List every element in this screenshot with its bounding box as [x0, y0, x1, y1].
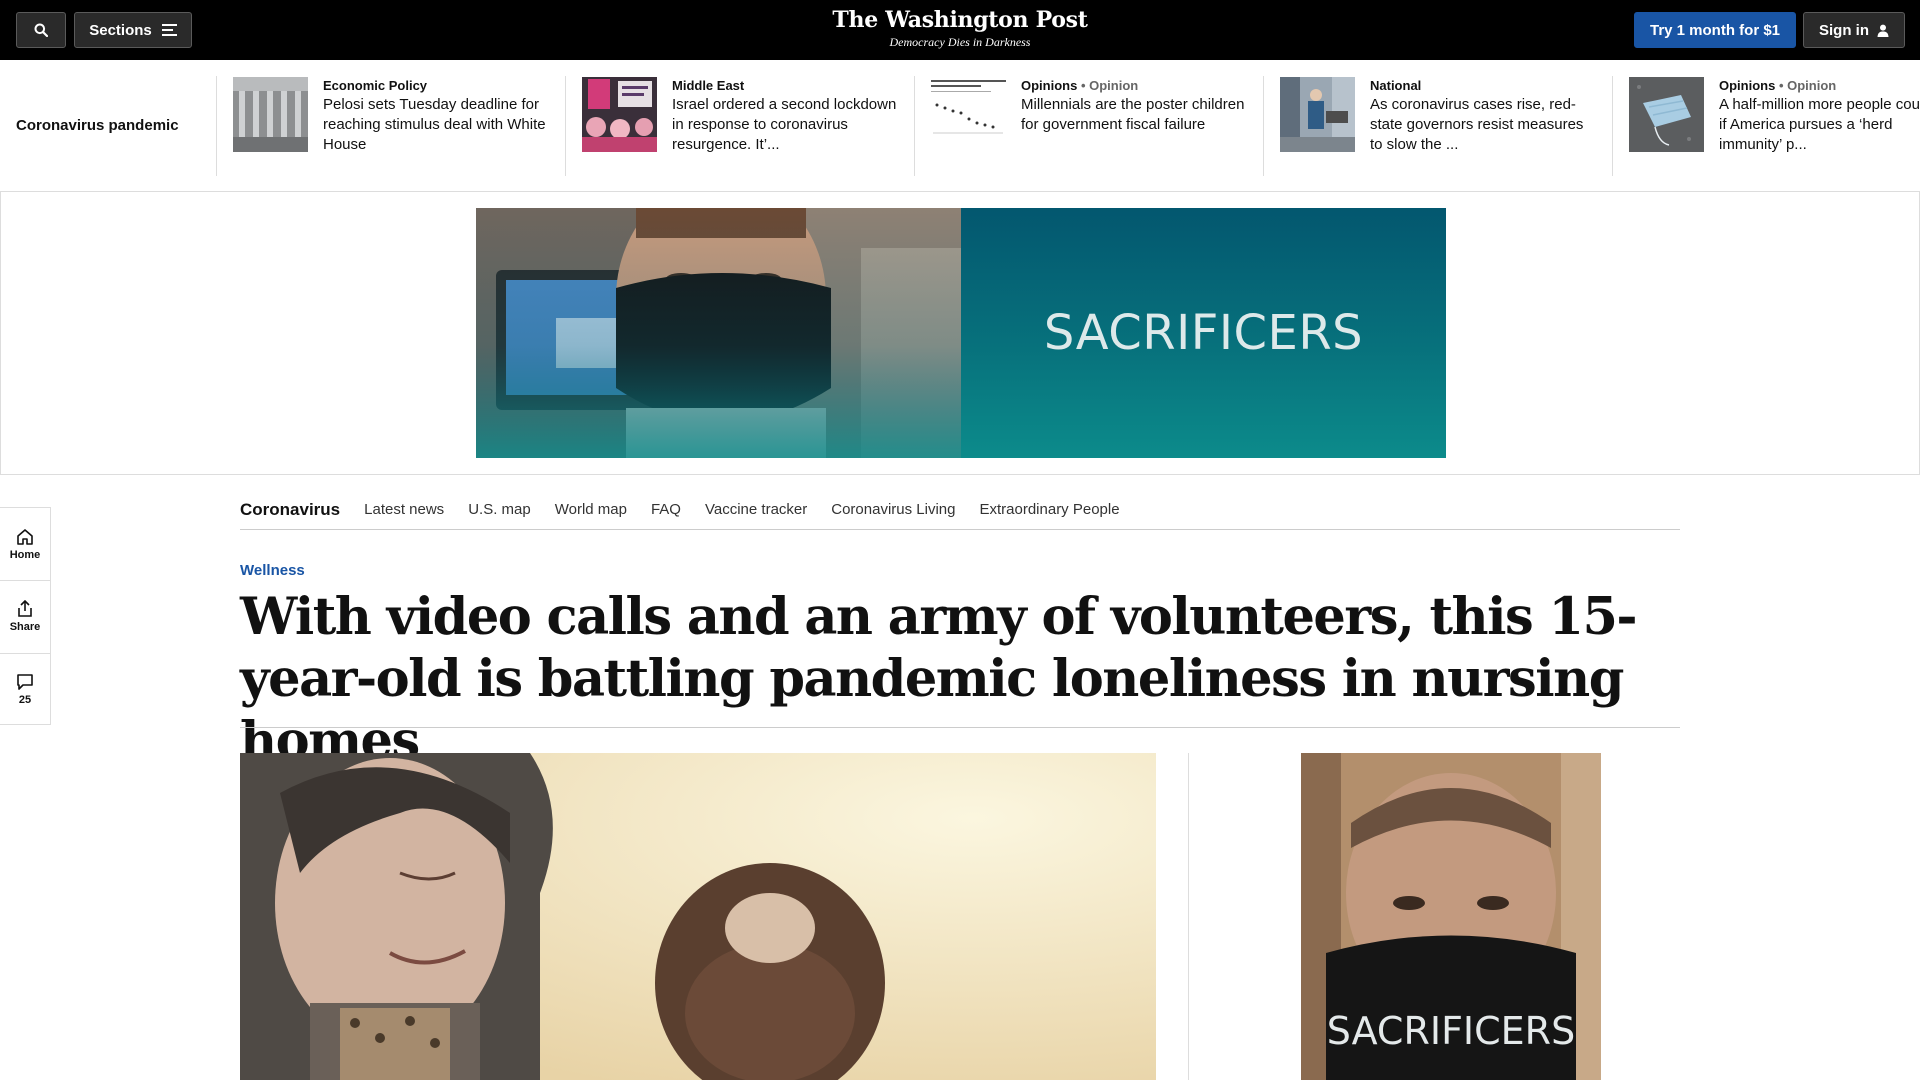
masthead[interactable]: The Washington Post Democracy Dies in Da… [760, 6, 1160, 50]
sign-in-button[interactable]: Sign in [1803, 12, 1905, 48]
search-icon [34, 23, 48, 37]
share-rail: Home Share 25 [0, 507, 51, 725]
subnav-title[interactable]: Coronavirus [240, 500, 340, 520]
strip-divider [1263, 76, 1264, 176]
strip-headline[interactable]: Pelosi sets Tuesday deadline for reachin… [323, 95, 553, 155]
building-photo[interactable] [233, 77, 308, 152]
ad-teal-panel[interactable]: SACRIFICERS [961, 208, 1446, 458]
side-ad-headline: SACRIFICERS [1326, 1009, 1576, 1053]
home-icon [17, 528, 33, 545]
sections-label: Sections [89, 21, 152, 39]
site-tagline: Democracy Dies in Darkness [889, 35, 1031, 49]
site-logo[interactable]: The Washington Post [760, 6, 1160, 34]
strip-kicker[interactable]: National [1370, 77, 1600, 95]
coronavirus-subnav: Coronavirus Latest news U.S. map World m… [240, 490, 1680, 530]
share-button[interactable]: Share [0, 580, 50, 652]
protest-photo[interactable] [582, 77, 657, 152]
home-label: Home [9, 548, 41, 561]
ad-headline: SACRIFICERS [1043, 305, 1364, 361]
subnav-link-vaccine-tracker[interactable]: Vaccine tracker [705, 501, 807, 518]
chart-thumbnail[interactable] [931, 77, 1006, 152]
subnav-link-latest-news[interactable]: Latest news [364, 501, 444, 518]
strip-headline[interactable]: A half-million more people cou die if Am… [1719, 95, 1920, 155]
side-ad[interactable]: SACRIFICERS [1301, 753, 1601, 1080]
strip-divider [565, 76, 566, 176]
article-kicker[interactable]: Wellness [240, 562, 305, 579]
ad-banner: SACRIFICERS [0, 192, 1920, 475]
subnav-link-faq[interactable]: FAQ [651, 501, 681, 518]
menu-icon [161, 24, 177, 36]
strip-divider [914, 76, 915, 176]
subnav-link-world-map[interactable]: World map [555, 501, 627, 518]
ad-masked-man-photo[interactable] [476, 208, 961, 458]
strip-topic-label[interactable]: Coronavirus pandemic [16, 117, 179, 134]
street-photo[interactable] [1280, 77, 1355, 152]
strip-kicker[interactable]: Economic Policy [323, 77, 553, 95]
comments-button[interactable]: 25 [0, 653, 50, 725]
subnav-link-coronavirus-living[interactable]: Coronavirus Living [831, 501, 955, 518]
strip-divider [1612, 76, 1613, 176]
column-divider [1188, 753, 1189, 1080]
search-button[interactable] [16, 12, 66, 48]
headline-divider [240, 727, 1680, 728]
strip-kicker[interactable]: Middle East [672, 77, 902, 95]
sign-in-label: Sign in [1819, 21, 1869, 39]
subnav-link-us-map[interactable]: U.S. map [468, 501, 531, 518]
strip-headline[interactable]: Millennials are the poster children for … [1021, 95, 1251, 135]
comments-count: 25 [18, 694, 32, 706]
user-icon [1877, 24, 1889, 37]
strip-divider [216, 76, 217, 176]
strip-headline[interactable]: As coronavirus cases rise, red-state gov… [1370, 95, 1600, 155]
subscribe-trial-button[interactable]: Try 1 month for $1 [1634, 12, 1796, 48]
strip-kicker[interactable]: Opinions • Opinion [1021, 77, 1251, 95]
topic-strip: Coronavirus pandemic Economic Policy Pel… [0, 60, 1920, 192]
home-button[interactable]: Home [0, 508, 50, 580]
sections-button[interactable]: Sections [74, 12, 192, 48]
share-label: Share [9, 621, 41, 633]
strip-headline[interactable]: Israel ordered a second lockdown in resp… [672, 95, 902, 155]
mask-photo[interactable] [1629, 77, 1704, 152]
comment-icon [17, 674, 33, 690]
subnav-link-extraordinary-people[interactable]: Extraordinary People [979, 501, 1119, 518]
share-icon [18, 600, 32, 617]
top-bar: Sections The Washington Post Democracy D… [0, 0, 1920, 60]
lead-photo[interactable] [240, 753, 1156, 1080]
strip-kicker[interactable]: Opinions • Opinion [1719, 77, 1920, 95]
article-headline: With video calls and an army of voluntee… [240, 587, 1638, 771]
